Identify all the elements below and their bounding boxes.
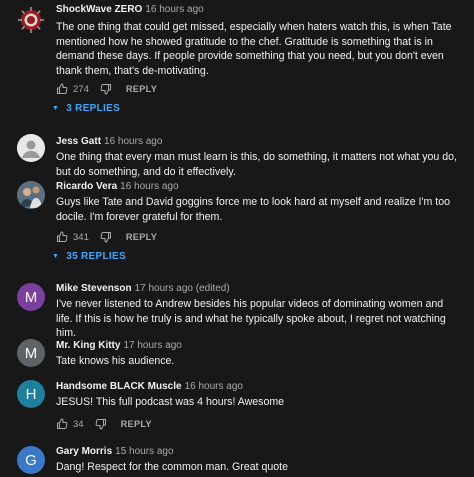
comment-time[interactable]: 16 hours ago — [145, 4, 203, 15]
reply-button[interactable]: REPLY — [126, 232, 157, 242]
reply-button[interactable]: REPLY — [121, 419, 152, 429]
comment-author[interactable]: ShockWave ZERO — [56, 4, 142, 15]
thumbs-up-icon[interactable] — [56, 231, 68, 243]
comment-time[interactable]: 17 hours ago (edited) — [135, 283, 230, 294]
comment-text: The one thing that could get missed, esp… — [56, 21, 452, 77]
comment-author[interactable]: Ricardo Vera — [56, 181, 117, 192]
avatar[interactable]: H — [17, 380, 45, 408]
avatar[interactable]: M — [17, 339, 45, 367]
comment-header: Handsome BLACK Muscle 16 hours ago — [56, 381, 243, 393]
replies-count-label: 35 REPLIES — [66, 250, 126, 262]
thumbs-down-icon[interactable] — [100, 231, 112, 243]
shockwave-logo-icon — [17, 6, 45, 34]
avatar-letter: H — [25, 385, 37, 403]
comment-header: Jess Gatt 16 hours ago — [56, 136, 162, 148]
comment-time[interactable]: 17 hours ago — [123, 340, 181, 351]
comment-header: Mike Stevenson 17 hours ago (edited) — [56, 283, 230, 295]
comment-header: Ricardo Vera 16 hours ago — [56, 181, 179, 193]
avatar[interactable]: M — [17, 283, 45, 311]
comment-author[interactable]: Jess Gatt — [56, 136, 101, 147]
default-avatar-icon — [17, 134, 45, 162]
thumbs-up-icon[interactable] — [56, 83, 68, 95]
comment-author[interactable]: Gary Morris — [56, 446, 112, 457]
comment-author[interactable]: Handsome BLACK Muscle — [56, 381, 182, 392]
view-replies-button[interactable]: ▼ 3 REPLIES — [52, 100, 120, 116]
comment-actions: 341 REPLY — [56, 230, 157, 244]
comment-text: JESUS! This full podcast was 4 hours! Aw… — [56, 396, 285, 408]
caret-down-icon: ▼ — [52, 252, 60, 260]
comment-time[interactable]: 15 hours ago — [115, 446, 173, 457]
avatar[interactable] — [17, 6, 45, 34]
comment-time[interactable]: 16 hours ago — [104, 136, 162, 147]
avatar[interactable] — [17, 134, 45, 162]
comment-text: Tate knows his audience. — [56, 355, 175, 367]
avatar-letter: G — [25, 451, 37, 469]
comment-time[interactable]: 16 hours ago — [185, 381, 243, 392]
avatar-letter: M — [24, 288, 38, 306]
comment-header: ShockWave ZERO 16 hours ago — [56, 4, 204, 16]
like-count: 341 — [73, 231, 89, 243]
comment-header: Mr. King Kitty 17 hours ago — [56, 340, 182, 352]
comments-section: ShockWave ZERO 16 hours ago The one thing… — [0, 0, 474, 477]
thumbs-down-icon[interactable] — [95, 418, 107, 430]
like-count: 34 — [73, 418, 84, 430]
replies-count-label: 3 REPLIES — [66, 102, 121, 114]
avatar[interactable] — [17, 181, 45, 209]
comment-author[interactable]: Mike Stevenson — [56, 283, 132, 294]
comment-text: One thing that every man must learn is t… — [56, 151, 457, 178]
comment-text: Guys like Tate and David goggins force m… — [56, 196, 450, 223]
comment-text: Dang! Respect for the common man. Great … — [56, 461, 289, 473]
caret-down-icon: ▼ — [52, 104, 60, 112]
avatar-letter: M — [24, 344, 38, 362]
profile-photo-icon — [17, 181, 45, 209]
view-replies-button[interactable]: ▼ 35 REPLIES — [52, 248, 126, 264]
comment-actions: 274 REPLY — [56, 82, 157, 96]
comment-actions: 34 REPLY — [56, 417, 152, 431]
thumbs-down-icon[interactable] — [100, 83, 112, 95]
comment-text: I've never listened to Andrew besides hi… — [56, 298, 446, 340]
comment-author[interactable]: Mr. King Kitty — [56, 340, 120, 351]
comment-header: Gary Morris 15 hours ago — [56, 446, 174, 458]
reply-button[interactable]: REPLY — [126, 84, 157, 94]
thumbs-up-icon[interactable] — [56, 418, 68, 430]
avatar[interactable]: G — [17, 446, 45, 474]
like-count: 274 — [73, 83, 89, 95]
comment-time[interactable]: 16 hours ago — [120, 181, 178, 192]
